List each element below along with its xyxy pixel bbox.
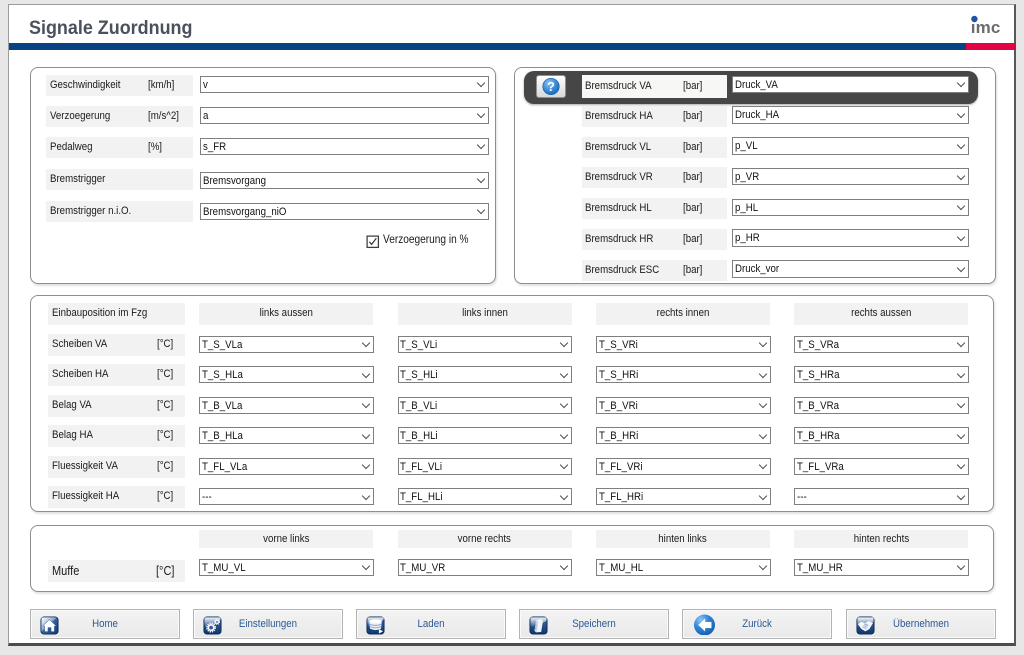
svg-text:ımc: ımc <box>971 18 1001 37</box>
svg-text:?: ? <box>547 79 555 94</box>
